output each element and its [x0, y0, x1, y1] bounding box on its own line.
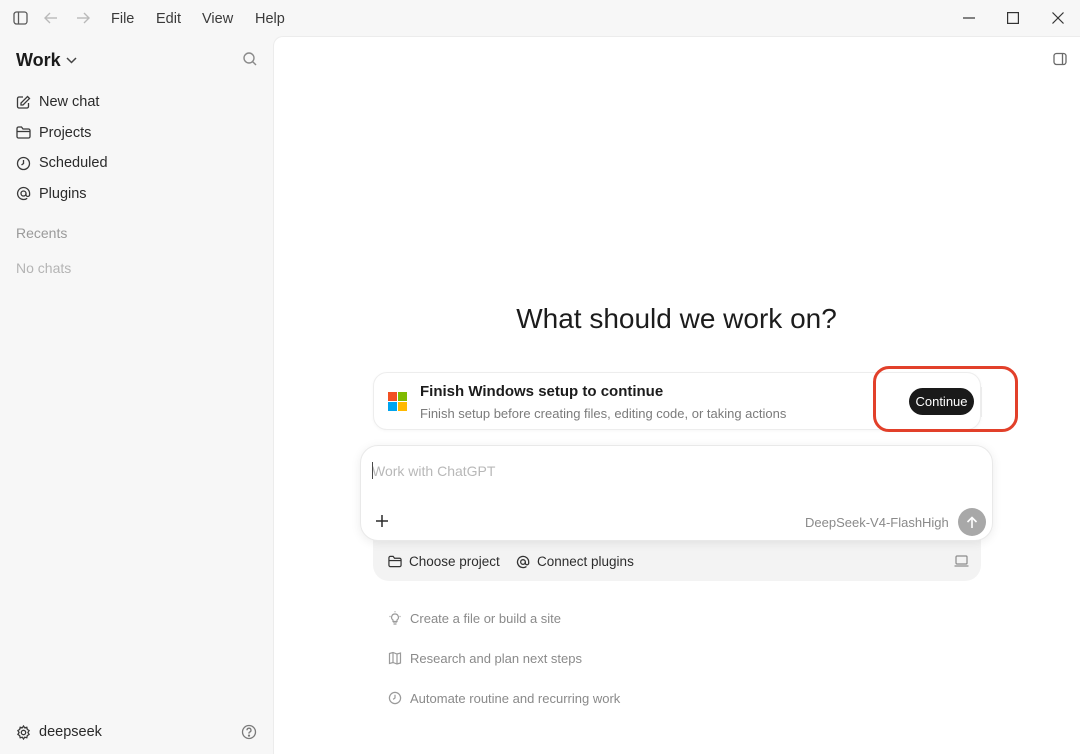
suggestion-label: Automate routine and recurring work: [410, 690, 621, 706]
user-name: deepseek: [39, 724, 102, 740]
at-icon: [16, 186, 31, 201]
sidebar-item-label: Plugins: [39, 185, 87, 202]
maximize-button[interactable]: [1004, 9, 1022, 27]
setup-card-title: Finish Windows setup to continue: [420, 383, 664, 400]
minimize-button[interactable]: [960, 9, 978, 27]
sidebar-item-label: Projects: [39, 124, 92, 141]
suggestion-list: Create a file or build a site Research a…: [388, 608, 620, 728]
side-panel-toggle-icon[interactable]: [1053, 52, 1067, 66]
search-icon[interactable]: [242, 51, 258, 67]
divider: [981, 387, 982, 417]
at-icon: [516, 555, 530, 569]
sidebar: Work New chat Projects Scheduled Plugins…: [0, 36, 273, 754]
send-button[interactable]: [958, 508, 986, 536]
sidebar-item-scheduled[interactable]: Scheduled: [16, 148, 108, 179]
windows-logo-icon: [388, 392, 407, 411]
gear-icon: [16, 724, 31, 740]
workspace-switcher[interactable]: Work: [16, 50, 77, 70]
sidebar-item-new-chat[interactable]: New chat: [16, 87, 108, 118]
sidebar-item-plugins[interactable]: Plugins: [16, 179, 108, 210]
lightbulb-icon: [388, 611, 402, 625]
connect-plugins-button[interactable]: Connect plugins: [516, 554, 634, 569]
menu-help[interactable]: Help: [255, 10, 285, 28]
continue-button[interactable]: Continue: [909, 388, 974, 415]
connect-plugins-label: Connect plugins: [537, 554, 634, 569]
laptop-icon[interactable]: [954, 555, 969, 568]
forward-arrow-icon[interactable]: [74, 9, 92, 27]
chat-input[interactable]: [372, 460, 932, 482]
composer: DeepSeek-V4-Flash High: [360, 445, 993, 541]
model-selector[interactable]: DeepSeek-V4-Flash: [805, 515, 922, 530]
edit-icon: [16, 95, 31, 110]
clock-icon: [16, 156, 31, 171]
folder-icon: [16, 125, 31, 140]
suggestion-item[interactable]: Create a file or build a site: [388, 608, 620, 628]
map-icon: [388, 651, 402, 665]
effort-selector[interactable]: High: [922, 515, 949, 530]
chevron-down-icon: [66, 56, 77, 64]
arrow-up-icon: [966, 515, 978, 529]
menu-file[interactable]: File: [111, 10, 134, 28]
sidebar-nav: New chat Projects Scheduled Plugins: [16, 87, 108, 209]
help-icon[interactable]: [241, 724, 257, 740]
suggestion-label: Create a file or build a site: [410, 610, 562, 626]
text-caret: [372, 462, 373, 479]
title-bar: File Edit View Help: [0, 0, 1080, 36]
choose-project-button[interactable]: Choose project: [388, 554, 500, 569]
empty-recents-text: No chats: [16, 260, 72, 276]
back-arrow-icon[interactable]: [42, 9, 60, 27]
close-button[interactable]: [1049, 9, 1067, 27]
sidebar-item-label: New chat: [39, 94, 100, 111]
sidebar-toggle-icon[interactable]: [11, 9, 29, 27]
page-title: What should we work on?: [516, 303, 837, 334]
suggestion-label: Research and plan next steps: [410, 650, 582, 666]
windows-setup-card: Finish Windows setup to continue Finish …: [373, 372, 982, 430]
add-attachment-icon[interactable]: [374, 513, 390, 529]
menu-view[interactable]: View: [202, 10, 233, 28]
suggestion-item[interactable]: Automate routine and recurring work: [388, 688, 620, 708]
workspace-title: Work: [16, 50, 61, 70]
sidebar-item-label: Scheduled: [39, 155, 108, 172]
recents-heading: Recents: [16, 225, 68, 241]
suggestion-item[interactable]: Research and plan next steps: [388, 648, 620, 668]
choose-project-label: Choose project: [409, 554, 500, 569]
sidebar-item-projects[interactable]: Projects: [16, 118, 108, 149]
clock-icon: [388, 691, 402, 705]
folder-icon: [388, 555, 402, 569]
user-account-button[interactable]: deepseek: [16, 724, 102, 740]
setup-card-subtitle: Finish setup before creating files, edit…: [420, 406, 787, 421]
menu-edit[interactable]: Edit: [156, 10, 181, 28]
